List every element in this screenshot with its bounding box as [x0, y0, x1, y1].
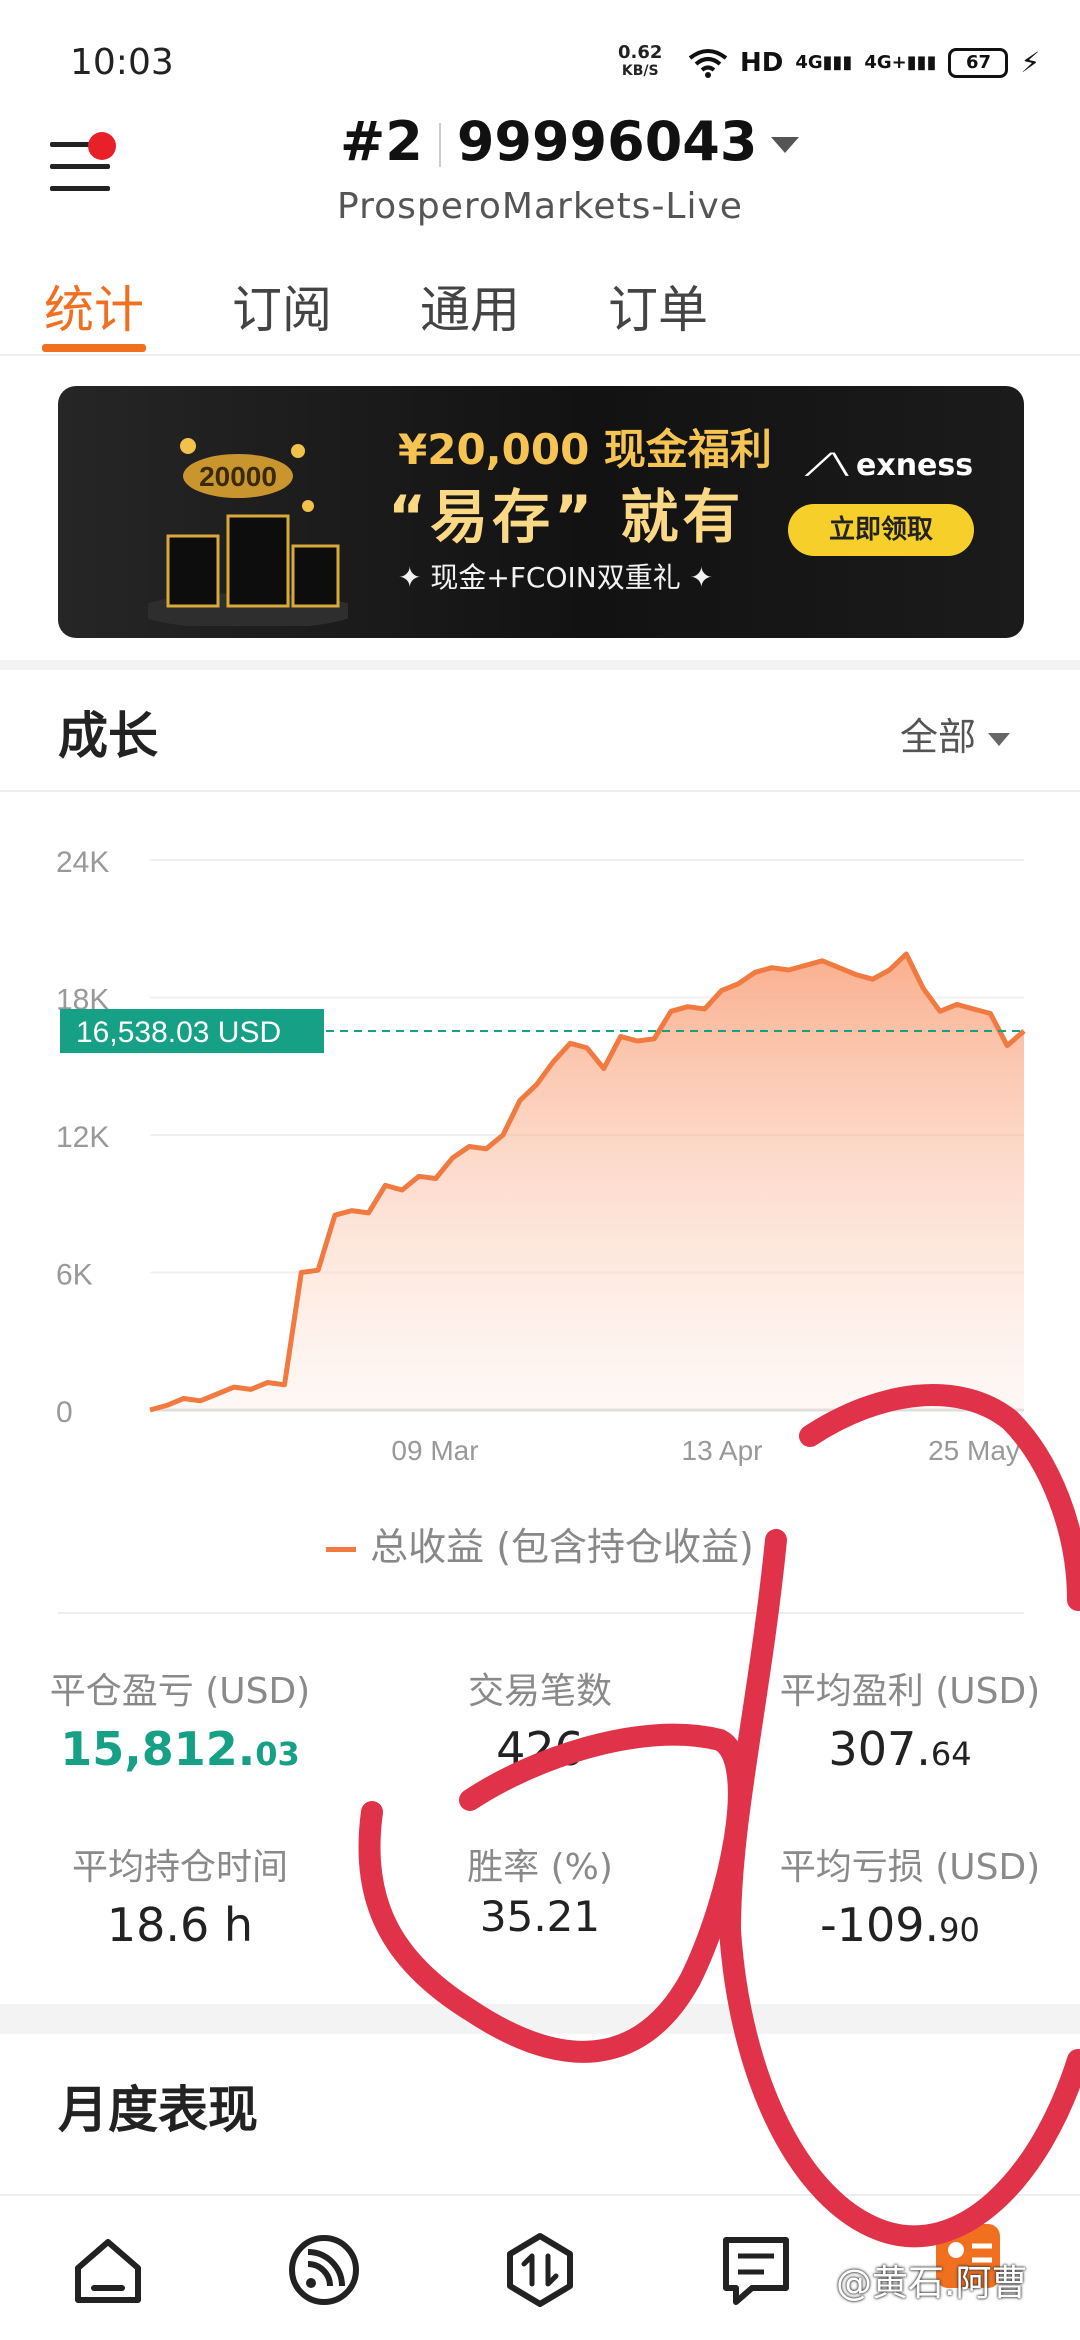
avg-profit-decimals: 64	[930, 1735, 972, 1773]
subscription-icon[interactable]	[284, 2230, 364, 2310]
battery-level: 67	[965, 51, 992, 73]
chevron-down-icon	[988, 733, 1011, 746]
growth-title: 成长	[58, 707, 158, 765]
signal-2-label: 4G+	[864, 52, 907, 73]
banner-headline: ¥20,000 现金福利	[398, 425, 772, 474]
current-value-label: 16,538.03 USD	[76, 1016, 281, 1049]
trade-count-label: 交易笔数	[467, 1671, 612, 1712]
avg-loss-main: -109.	[820, 1898, 940, 1952]
menu-icon-bar-1	[50, 142, 90, 147]
active-tab-indicator	[42, 344, 146, 352]
tab-orders[interactable]: 订单	[608, 270, 708, 342]
y-tick-label: 24K	[56, 846, 109, 879]
trade-count-value: 426	[400, 1722, 680, 1776]
avg-loss-label: 平均亏损 (USD)	[779, 1847, 1041, 1888]
closed-pnl-label: 平仓盈亏 (USD)	[49, 1671, 311, 1712]
status-bar: 10:03 0.62 KB/S HD 4G▮▮▮ 4G+▮▮▮ 67 ⚡	[0, 0, 1080, 120]
hd-label: HD	[740, 47, 784, 78]
monthly-performance-title: 月度表现	[58, 2081, 258, 2139]
tab-general[interactable]: 通用	[420, 270, 520, 342]
closed-pnl-value: 15,812.03	[40, 1722, 320, 1776]
growth-header-divider	[0, 790, 1080, 792]
y-tick-label: 12K	[56, 1121, 109, 1154]
status-time: 10:03	[70, 42, 174, 83]
signal-1-label: 4G	[795, 52, 823, 73]
closed-pnl-decimals: 03	[255, 1735, 300, 1773]
wifi-icon	[688, 48, 728, 78]
network-speed-unit: KB/S	[621, 63, 659, 79]
trade-icon[interactable]	[500, 2230, 580, 2310]
promo-banner[interactable]: 20000 ¥20,000 现金福利 “易存” 就有 ✦ 现金+FCOIN双重礼…	[58, 386, 1024, 638]
avg-profit-value: 307.64	[760, 1722, 1040, 1776]
exness-logo-icon: ⟋⟍	[806, 448, 848, 483]
avg-loss-value: -109.90	[760, 1898, 1040, 1952]
battery-icon: 67	[948, 47, 1009, 78]
account-prefix: #2	[340, 110, 423, 173]
tab-subscription[interactable]: 订阅	[232, 270, 332, 342]
banner-slogan: “易存” 就有	[388, 483, 745, 551]
growth-chart: 06K12K18K24K 09 Mar 13 Apr 25 May 16,538.0…	[56, 846, 1026, 1466]
server-name: ProsperoMarkets-Live	[337, 186, 743, 227]
avg-hold-time-value: 18.6 h	[40, 1898, 320, 1952]
tab-bar: 统计 订阅 通用 订单	[0, 260, 1080, 356]
avg-profit-label: 平均盈利 (USD)	[779, 1671, 1041, 1712]
home-icon[interactable]	[68, 2230, 148, 2310]
trade-count-main: 426	[496, 1722, 584, 1776]
banner-brand-name: exness	[856, 448, 974, 483]
y-tick-label: 6K	[56, 1259, 93, 1292]
stats-divider	[58, 1612, 1024, 1614]
status-icons: HD 4G▮▮▮ 4G+▮▮▮ 67 ⚡	[688, 46, 1040, 79]
title-separator	[438, 123, 441, 168]
x-tick-label: 13 Apr	[682, 1435, 763, 1466]
chart-legend: 总收益 (包含持仓收益)	[0, 1516, 1080, 1571]
charging-icon: ⚡	[1020, 46, 1041, 79]
orders-icon[interactable]	[716, 2230, 796, 2310]
win-rate-main: 35.21	[479, 1892, 601, 1941]
x-tick-label: 25 May	[928, 1435, 1020, 1466]
legend-label: 总收益 (包含持仓收益)	[370, 1525, 754, 1569]
account-number: 99996043	[456, 110, 758, 173]
avg-hold-time-label: 平均持仓时间	[71, 1847, 288, 1888]
win-rate-label: 胜率 (%)	[467, 1847, 613, 1888]
gift-coin-label: 20000	[199, 461, 277, 492]
closed-pnl-main: 15,812.	[60, 1722, 256, 1776]
chart-x-ticks: 09 Mar 13 Apr 25 May	[391, 1435, 1019, 1466]
y-tick-label: 0	[56, 1396, 73, 1429]
menu-icon-bar-2	[50, 164, 110, 169]
banner-brand: ⟋⟍ exness	[806, 448, 973, 483]
growth-filter-label: 全部	[900, 715, 977, 759]
dropdown-caret-icon	[771, 137, 800, 154]
avg-hold-time-main: 18.6 h	[106, 1898, 254, 1952]
chart-y-ticks: 06K12K18K24K	[56, 846, 109, 1429]
network-speed-value: 0.62	[618, 42, 663, 63]
growth-filter-dropdown[interactable]: 全部	[900, 706, 1011, 761]
section-divider	[0, 660, 1080, 670]
network-speed: 0.62 KB/S	[618, 44, 662, 80]
banner-subtext: ✦ 现金+FCOIN双重礼 ✦	[398, 561, 714, 594]
notification-dot	[88, 132, 116, 160]
account-selector[interactable]: #2 99996043	[340, 110, 800, 173]
avg-loss-decimals: 90	[939, 1911, 980, 1949]
legend-swatch	[326, 1547, 357, 1552]
tab-statistics[interactable]: 统计	[44, 270, 144, 342]
avg-profit-main: 307.	[828, 1722, 931, 1776]
win-rate-value: 35.21	[400, 1892, 680, 1941]
signal-1-icon: 4G▮▮▮	[795, 52, 853, 73]
section-divider-2	[0, 2004, 1080, 2034]
gift-boxes-image: 20000	[148, 438, 348, 626]
watermark: @黄石.阿曹	[836, 2263, 1028, 2304]
banner-claim-button[interactable]: 立即领取	[788, 504, 974, 556]
x-tick-label: 09 Mar	[391, 1435, 478, 1466]
signal-2-icon: 4G+▮▮▮	[864, 52, 937, 73]
